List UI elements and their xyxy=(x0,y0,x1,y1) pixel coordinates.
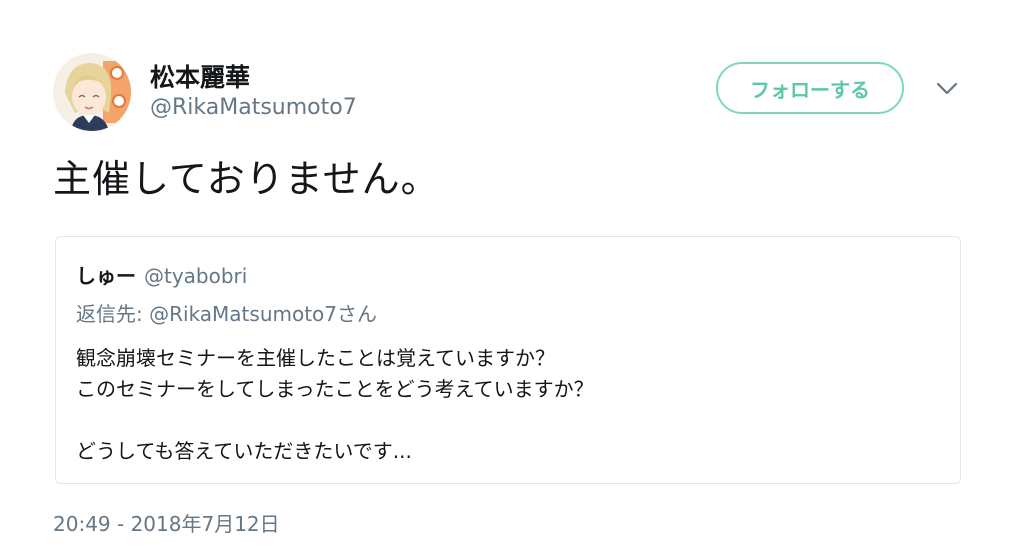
author-handle[interactable]: @RikaMatsumoto7 xyxy=(150,95,357,120)
reply-prefix: 返信先: xyxy=(76,302,150,326)
author-display-name[interactable]: 松本麗華 xyxy=(150,58,250,94)
quote-reply-context: 返信先: @RikaMatsumoto7さん xyxy=(76,298,377,327)
quote-line: 観念崩壊セミナーを主催したことは覚えていますか？ xyxy=(76,346,555,370)
quote-author-handle[interactable]: @tyabobri xyxy=(144,264,247,288)
reply-suffix: さん xyxy=(337,302,378,326)
quote-author-name[interactable]: しゅー xyxy=(76,264,136,288)
reply-mention-link[interactable]: @RikaMatsumoto7 xyxy=(149,302,337,326)
tweet-timestamp[interactable]: 20:49 - 2018年7月12日 xyxy=(53,508,280,537)
quote-text: 観念崩壊セミナーを主催したことは覚えていますか？ このセミナーをしてしまったこと… xyxy=(76,343,594,467)
quote-line: どうしても答えていただきたいです... xyxy=(76,439,412,463)
chevron-down-icon[interactable] xyxy=(934,78,960,98)
quoted-tweet-card[interactable]: しゅー @tyabobri 返信先: @RikaMatsumoto7さん 観念崩壊… xyxy=(55,236,961,484)
quote-line: このセミナーをしてしまったことをどう考えていますか？ xyxy=(76,377,594,401)
tweet: 松本麗華 @RikaMatsumoto7 フォローする 主催しておりません。 し… xyxy=(0,0,1024,553)
quote-line xyxy=(76,405,594,436)
follow-button[interactable]: フォローする xyxy=(716,62,904,114)
quote-header: しゅー @tyabobri xyxy=(76,260,247,289)
author-avatar[interactable] xyxy=(53,53,131,131)
tweet-text: 主催しておりません。 xyxy=(53,157,440,201)
